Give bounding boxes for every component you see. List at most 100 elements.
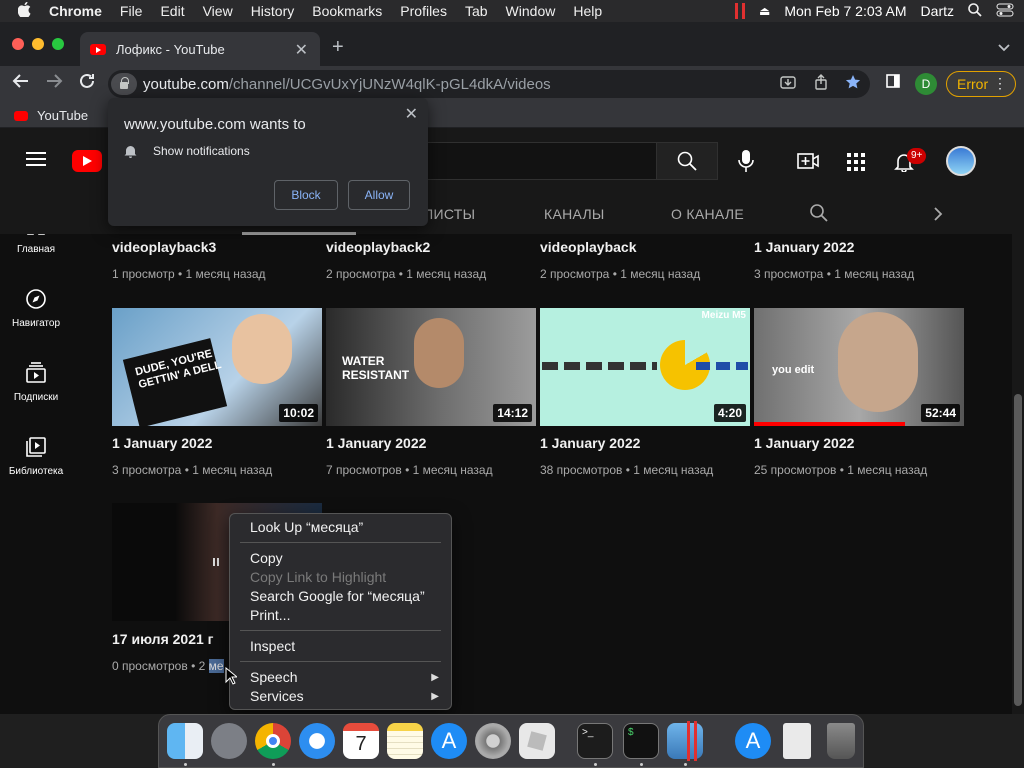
back-button[interactable]	[12, 72, 30, 95]
video-thumbnail[interactable]: WATER RESISTANT 14:12	[326, 308, 536, 426]
tab-close-icon[interactable]: ✕	[295, 40, 308, 60]
menu-history[interactable]: History	[251, 3, 295, 19]
site-info-lock-icon[interactable]	[111, 73, 137, 95]
address-bar[interactable]: youtube.com/channel/UCGvUxYjUNzW4qlK-pGL…	[108, 70, 870, 98]
error-profile-button[interactable]: Error ⋮	[946, 71, 1016, 97]
create-video-icon[interactable]	[797, 152, 819, 175]
video-title[interactable]: 1 January 2022	[754, 239, 854, 255]
menubar-clock[interactable]: Mon Feb 7 2:03 AM	[784, 3, 906, 19]
popup-close-icon[interactable]: ✕	[405, 104, 418, 124]
video-title[interactable]: 1 January 2022	[540, 435, 640, 451]
launchpad-icon[interactable]	[211, 723, 247, 759]
side-panel-icon[interactable]	[886, 74, 900, 92]
video-title[interactable]: 1 January 2022	[326, 435, 426, 451]
document-icon[interactable]	[783, 723, 811, 759]
calendar-icon[interactable]: 7	[343, 723, 379, 759]
chrome-icon[interactable]	[255, 723, 291, 759]
menu-bookmarks[interactable]: Bookmarks	[312, 3, 382, 19]
tab-about[interactable]: О КАНАЛЕ	[671, 206, 744, 222]
roblox-icon[interactable]	[519, 723, 555, 759]
channel-search-icon[interactable]	[810, 204, 828, 225]
page-scrollbar-thumb[interactable]	[1014, 394, 1022, 706]
tabs-scroll-right-icon[interactable]	[934, 207, 943, 224]
menu-item-print[interactable]: Print...	[250, 607, 290, 623]
profile-avatar-button[interactable]: D	[915, 73, 937, 95]
video-title[interactable]: videoplayback	[540, 239, 637, 255]
menu-item-copy[interactable]: Copy	[250, 550, 283, 566]
video-thumbnail[interactable]: you edit 52:44	[754, 308, 964, 426]
system-preferences-icon[interactable]	[475, 723, 511, 759]
tab-playlists[interactable]: ЛИСТЫ	[424, 206, 475, 222]
sidebar-item-explore[interactable]: Навигатор	[0, 288, 72, 329]
menu-item-speech[interactable]: Speech	[250, 669, 297, 685]
bell-icon	[124, 146, 137, 158]
menu-edit[interactable]: Edit	[160, 3, 184, 19]
video-thumbnail[interactable]: DUDE, YOU'RE GETTIN' A DELL 10:02	[112, 308, 322, 426]
more-menu-icon[interactable]: ⋮	[993, 75, 1007, 92]
tab-title: Лофикс - YouTube	[116, 41, 225, 57]
mouse-cursor-icon	[225, 667, 237, 685]
video-title[interactable]: 1 January 2022	[112, 435, 212, 451]
reload-button[interactable]	[78, 72, 96, 95]
notes-icon[interactable]	[387, 723, 423, 759]
bookmark-star-icon[interactable]	[845, 74, 861, 94]
video-meta: 38 просмотров • 1 месяц назад	[540, 463, 714, 477]
app-store-icon[interactable]: A	[431, 723, 467, 759]
youtube-logo-icon[interactable]	[72, 150, 102, 172]
tab-search-chevron-icon[interactable]	[998, 40, 1010, 55]
recording-icon[interactable]	[735, 3, 746, 19]
menu-window[interactable]: Window	[506, 3, 556, 19]
account-avatar[interactable]	[946, 146, 976, 176]
terminal-icon[interactable]: >_	[577, 723, 613, 759]
new-tab-button[interactable]: +	[332, 36, 344, 59]
menu-tab[interactable]: Tab	[465, 3, 488, 19]
popup-title: www.youtube.com wants to	[124, 116, 306, 133]
menu-file[interactable]: File	[120, 3, 143, 19]
menu-item-search-google[interactable]: Search Google for “месяца”	[250, 588, 425, 604]
menu-item-look-up[interactable]: Look Up “месяца”	[250, 519, 363, 535]
voice-search-icon[interactable]	[738, 150, 754, 177]
app-store-downloads-icon[interactable]: A	[735, 723, 771, 759]
menu-item-inspect[interactable]: Inspect	[250, 638, 295, 654]
window-minimize-button[interactable]	[32, 38, 44, 50]
finder-icon[interactable]	[167, 723, 203, 759]
hamburger-menu-icon[interactable]	[26, 152, 46, 166]
screen-recorder-icon[interactable]	[667, 721, 703, 761]
tab-channels[interactable]: КАНАЛЫ	[544, 206, 605, 222]
video-title[interactable]: videoplayback2	[326, 239, 430, 255]
video-title[interactable]: videoplayback3	[112, 239, 216, 255]
apple-menu-icon[interactable]	[17, 1, 31, 20]
browser-tab-active[interactable]: Лофикс - YouTube ✕	[80, 32, 320, 66]
terminal-green-icon[interactable]: $	[623, 723, 659, 759]
sidebar-item-library[interactable]: Библиотека	[0, 436, 72, 477]
running-indicator	[594, 763, 597, 766]
menu-profiles[interactable]: Profiles	[400, 3, 447, 19]
menu-chrome[interactable]: Chrome	[49, 3, 102, 19]
bookmark-youtube[interactable]: YouTube	[14, 108, 88, 123]
window-close-button[interactable]	[12, 38, 24, 50]
video-title[interactable]: 1 January 2022	[754, 435, 854, 451]
spotlight-search-icon[interactable]	[968, 2, 982, 20]
install-app-icon[interactable]	[780, 74, 796, 94]
safari-icon[interactable]	[299, 723, 335, 759]
share-icon[interactable]	[813, 74, 829, 94]
watch-progress-bar	[754, 422, 906, 426]
menubar-user[interactable]: Dartz	[921, 3, 954, 19]
control-center-icon[interactable]	[996, 3, 1014, 20]
menu-item-services[interactable]: Services	[250, 688, 304, 704]
menu-help[interactable]: Help	[573, 3, 602, 19]
allow-button[interactable]: Allow	[348, 180, 410, 210]
youtube-search-input[interactable]	[420, 142, 656, 180]
window-zoom-button[interactable]	[52, 38, 64, 50]
youtube-search-button[interactable]	[656, 142, 718, 180]
video-thumbnail[interactable]: Meizu M5 4:20	[540, 308, 750, 426]
trash-icon[interactable]	[827, 723, 855, 759]
eject-icon[interactable]: ⏏	[759, 4, 770, 18]
menu-view[interactable]: View	[203, 3, 233, 19]
submenu-arrow-icon: ▶	[431, 672, 439, 683]
apps-grid-icon[interactable]	[847, 153, 865, 176]
block-button[interactable]: Block	[274, 180, 338, 210]
video-title[interactable]: 17 июля 2021 г	[112, 631, 214, 647]
sidebar-item-subscriptions[interactable]: Подписки	[0, 362, 72, 403]
forward-button[interactable]	[45, 72, 63, 95]
